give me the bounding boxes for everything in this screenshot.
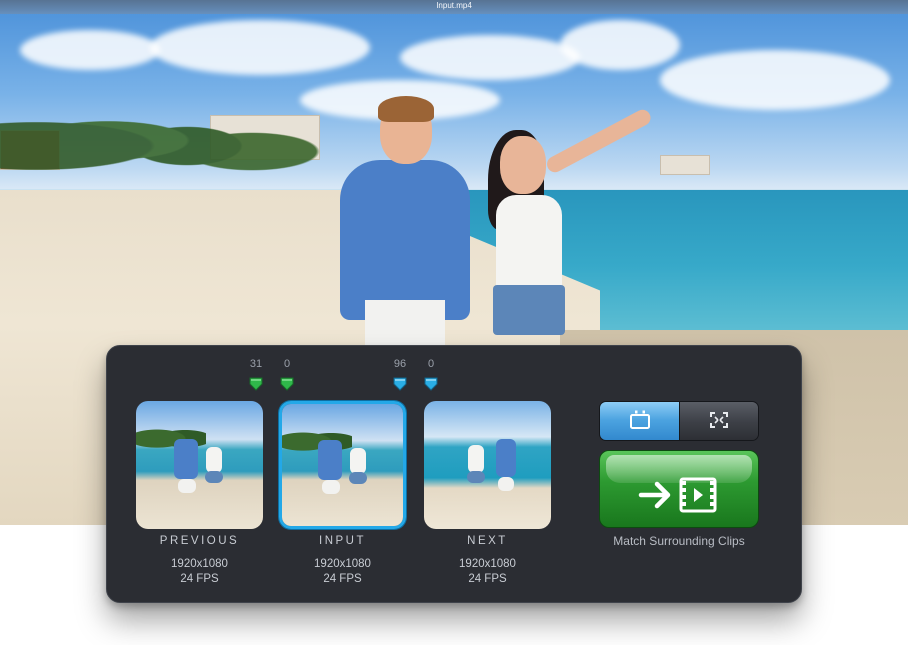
thumbnail-figure — [205, 471, 223, 483]
view-mode-toggle — [599, 401, 759, 441]
cloud — [20, 30, 160, 70]
thumbnail-figure — [496, 439, 516, 477]
previous-clip-fps: 24 FPS — [180, 573, 219, 585]
previous-clip-thumbnail[interactable] — [136, 401, 263, 529]
arrow-film-icon — [637, 476, 721, 519]
cloud — [660, 50, 890, 110]
building — [660, 155, 710, 175]
previous-in-marker-value: 31 — [249, 358, 263, 370]
match-surrounding-clips-button[interactable] — [599, 450, 759, 528]
next-clip-label: NEXT — [467, 535, 508, 547]
green-marker-icon[interactable] — [249, 377, 263, 391]
cloud — [400, 35, 580, 80]
input-out-marker-value: 0 — [427, 358, 435, 370]
woman-head — [500, 136, 546, 194]
thumbnail-figure — [498, 477, 514, 491]
woman-top — [496, 195, 562, 290]
single-frame-icon — [628, 409, 652, 436]
next-clip-meta: 1920x1080 24 FPS — [424, 557, 551, 587]
app-root: Input.mp4 31 0 96 0 PREVIOUS INPUT NEXT … — [0, 0, 908, 645]
thumbnail-figure — [318, 440, 342, 480]
fit-frame-button[interactable] — [679, 402, 758, 440]
thumbnail-figure — [322, 480, 340, 494]
previous-clip-meta: 1920x1080 24 FPS — [136, 557, 263, 587]
green-marker-icon[interactable] — [280, 377, 294, 391]
thumbnail-image — [424, 401, 551, 529]
window-title: Input.mp4 — [436, 1, 472, 10]
woman-shorts — [493, 285, 565, 335]
match-surrounding-clips-label: Match Surrounding Clips — [613, 534, 745, 548]
thumbnail-figure — [178, 479, 196, 493]
next-clip-fps: 24 FPS — [468, 573, 507, 585]
blue-marker-icon[interactable] — [424, 377, 438, 391]
thumbnail-image — [282, 404, 403, 526]
thumbnail-figure — [206, 447, 222, 473]
thumbnail-figure — [349, 472, 367, 484]
thumbnail-figure — [468, 445, 484, 473]
fit-frame-icon — [707, 409, 731, 436]
input-clip-fps: 24 FPS — [323, 573, 362, 585]
palm-trees — [0, 80, 360, 190]
input-clip-meta: 1920x1080 24 FPS — [279, 557, 406, 587]
man-hair — [378, 96, 434, 122]
thumbnail-figure — [350, 448, 366, 474]
cloud — [560, 20, 680, 70]
single-frame-button[interactable] — [600, 402, 679, 440]
input-clip-thumbnail[interactable] — [279, 401, 406, 529]
input-clip-resolution: 1920x1080 — [314, 558, 371, 570]
input-in-marker-value: 96 — [393, 358, 407, 370]
thumbnail-figure — [467, 471, 485, 483]
thumbnail-figure — [174, 439, 198, 479]
thumbnail-image — [136, 401, 263, 529]
window-titlebar: Input.mp4 — [0, 0, 908, 14]
cloud — [150, 20, 370, 75]
man-shirt — [340, 160, 470, 320]
blue-marker-icon[interactable] — [393, 377, 407, 391]
previous-clip-resolution: 1920x1080 — [171, 558, 228, 570]
input-clip-label: INPUT — [319, 535, 366, 547]
previous-out-marker-value: 0 — [283, 358, 291, 370]
next-clip-resolution: 1920x1080 — [459, 558, 516, 570]
previous-clip-label: PREVIOUS — [159, 535, 240, 547]
next-clip-thumbnail[interactable] — [424, 401, 551, 529]
woman-arm — [544, 106, 654, 176]
